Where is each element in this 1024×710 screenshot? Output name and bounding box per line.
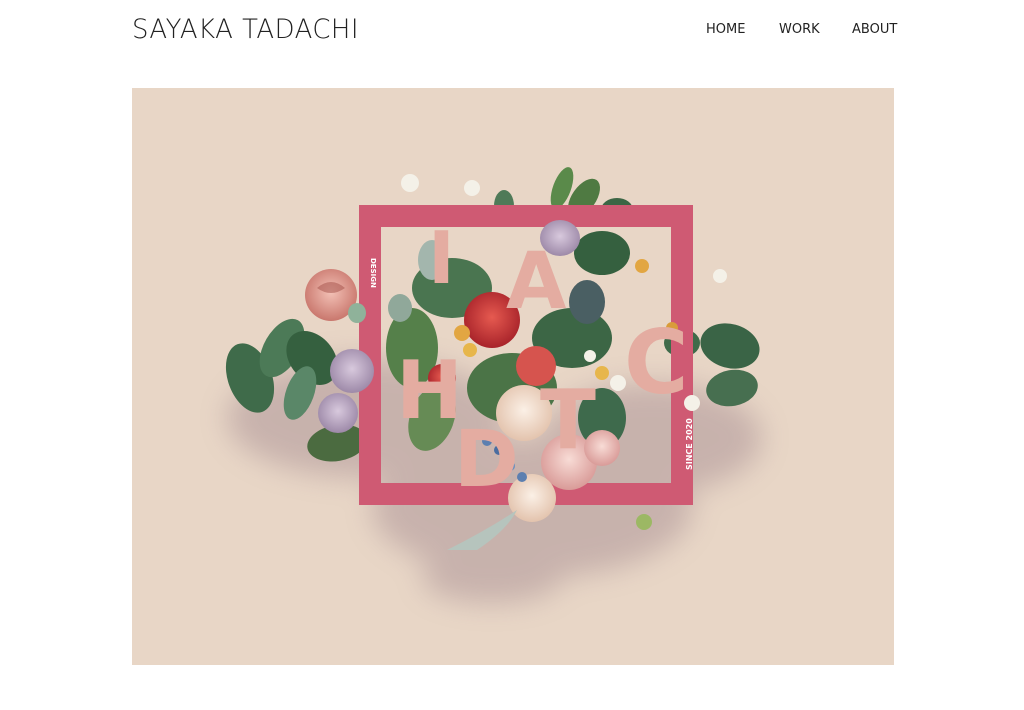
letter-t: T: [540, 373, 596, 468]
letter-a: A: [506, 237, 566, 327]
letter-i: I: [428, 216, 455, 300]
design-label: DESIGN: [369, 258, 377, 288]
letter-h: H: [396, 344, 463, 437]
floral-typography-artwork: I A H C T D DESIGN SINCE 2020: [132, 88, 894, 665]
site-header: SAYAKA TADACHI HOME WORK ABOUT: [0, 0, 1024, 60]
site-title[interactable]: SAYAKA TADACHI: [132, 14, 359, 45]
letter-c: C: [624, 311, 689, 414]
letter-d: D: [454, 415, 519, 505]
nav-home[interactable]: HOME: [706, 22, 745, 37]
nav-about[interactable]: ABOUT: [852, 22, 897, 37]
main-nav: HOME WORK ABOUT: [706, 22, 906, 40]
hero-artwork[interactable]: I A H C T D DESIGN SINCE 2020: [132, 88, 894, 665]
nav-work[interactable]: WORK: [779, 22, 820, 37]
since-2020-label: SINCE 2020: [685, 418, 694, 470]
